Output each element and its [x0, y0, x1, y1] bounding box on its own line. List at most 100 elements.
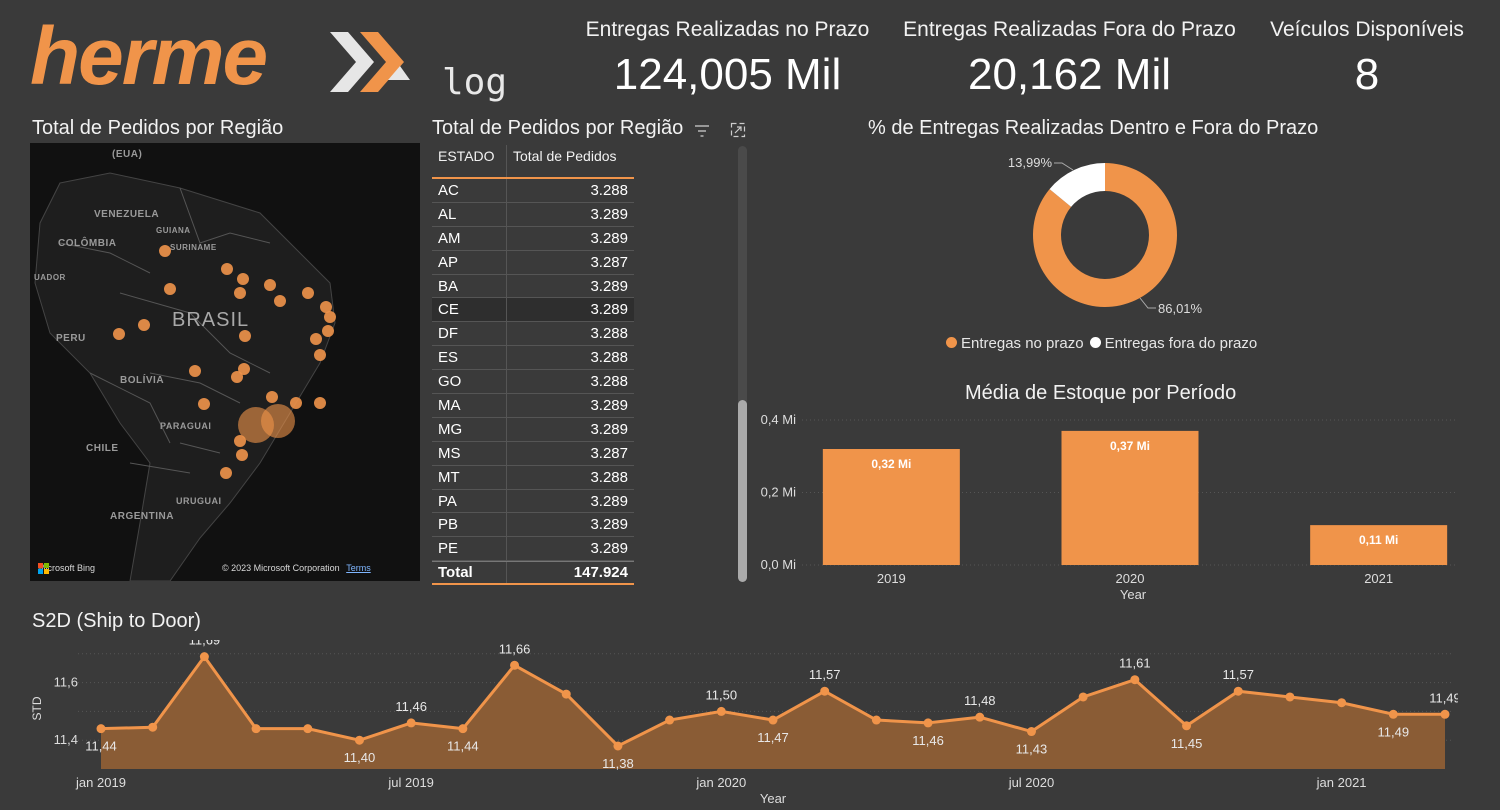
data-point[interactable] — [251, 724, 261, 734]
column-header-estado[interactable]: ESTADO — [432, 145, 507, 177]
legend-item-late[interactable]: Entregas fora do prazo — [1089, 335, 1258, 352]
data-point[interactable] — [923, 718, 933, 728]
x-tick-label: 2019 — [877, 571, 906, 586]
map-point[interactable] — [234, 435, 246, 447]
map-point[interactable] — [266, 391, 278, 403]
data-point[interactable] — [1285, 692, 1295, 702]
x-axis-label: Year — [1120, 587, 1147, 602]
map-point[interactable] — [239, 330, 251, 342]
table-scrollbar[interactable] — [738, 146, 747, 582]
table-row[interactable]: AM 3.289 — [432, 226, 634, 251]
column-header-total[interactable]: Total de Pedidos — [507, 145, 634, 177]
point-value-label: 11,48 — [964, 693, 996, 708]
map-point[interactable] — [159, 245, 171, 257]
data-point[interactable] — [665, 715, 675, 725]
map-point[interactable] — [324, 311, 336, 323]
data-point[interactable] — [1337, 698, 1347, 708]
cell-estado: PE — [432, 537, 507, 561]
region-map[interactable]: (EUA) VENEZUELA GUIANA SURINAME COLÔMBIA… — [30, 143, 420, 581]
map-point[interactable] — [234, 287, 246, 299]
map-point[interactable] — [238, 363, 250, 375]
total-label: Total — [432, 562, 507, 584]
data-point[interactable] — [1078, 692, 1088, 702]
y-tick-label: 11,4 — [54, 732, 78, 747]
table-row[interactable]: CE 3.289 — [432, 298, 634, 323]
data-point[interactable] — [303, 724, 313, 734]
table-row[interactable]: MG 3.289 — [432, 417, 634, 442]
table-row[interactable]: AP 3.287 — [432, 250, 634, 275]
data-point[interactable] — [716, 706, 726, 716]
data-point[interactable] — [975, 712, 985, 722]
data-point[interactable] — [96, 724, 106, 734]
data-point[interactable] — [354, 735, 364, 745]
table-total-row: Total 147.924 — [432, 561, 634, 586]
map-point[interactable] — [221, 263, 233, 275]
table-row[interactable]: PE 3.289 — [432, 537, 634, 562]
data-point[interactable] — [1440, 709, 1450, 719]
data-point[interactable] — [199, 652, 209, 662]
map-point[interactable] — [198, 398, 210, 410]
data-point[interactable] — [768, 715, 778, 725]
table-row[interactable]: AC 3.288 — [432, 179, 634, 203]
data-point[interactable] — [1388, 709, 1398, 719]
table-row[interactable]: DF 3.288 — [432, 322, 634, 347]
table-row[interactable]: BA 3.289 — [432, 274, 634, 299]
x-tick-label: 2020 — [1116, 571, 1145, 586]
legend-label: Entregas fora do prazo — [1104, 335, 1258, 352]
data-point[interactable] — [1130, 675, 1140, 685]
data-point[interactable] — [820, 686, 830, 696]
x-tick-label: jan 2020 — [695, 775, 746, 790]
terms-link[interactable]: Terms — [346, 563, 371, 573]
map-point[interactable] — [302, 287, 314, 299]
filter-icon[interactable] — [694, 124, 710, 138]
map-point[interactable] — [314, 397, 326, 409]
data-point[interactable] — [561, 689, 571, 699]
map-point[interactable] — [189, 365, 201, 377]
map-point[interactable] — [322, 325, 334, 337]
data-point[interactable] — [1182, 721, 1192, 731]
line-chart: 11,4 11,6 STD 11,44 11,69 11,40 11,46 11,44 11,6… — [30, 640, 1458, 806]
map-point[interactable] — [237, 273, 249, 285]
table-title: Total de Pedidos por Região — [432, 117, 684, 139]
map-point[interactable] — [314, 349, 326, 361]
map-point[interactable] — [310, 333, 322, 345]
data-point[interactable] — [406, 718, 416, 728]
focus-mode-icon[interactable] — [730, 122, 746, 138]
legend-dot-late — [1089, 337, 1101, 348]
map-point[interactable] — [290, 397, 302, 409]
data-point[interactable] — [458, 724, 468, 734]
map-point[interactable] — [113, 328, 125, 340]
cell-estado: MS — [432, 441, 507, 465]
map-point[interactable] — [164, 283, 176, 295]
table-row[interactable]: PA 3.289 — [432, 489, 634, 514]
point-value-label: 11,44 — [447, 739, 479, 754]
legend-item-on-time[interactable]: Entregas no prazo — [946, 335, 1084, 352]
map-point[interactable] — [236, 449, 248, 461]
map-point[interactable] — [220, 467, 232, 479]
data-point[interactable] — [148, 722, 158, 732]
map-point[interactable] — [274, 295, 286, 307]
point-value-label: 11,57 — [809, 667, 841, 682]
map-point[interactable] — [138, 319, 150, 331]
map-point[interactable] — [264, 279, 276, 291]
kpi-label: Entregas Realizadas Fora do Prazo — [903, 18, 1236, 41]
x-tick-label: jul 2020 — [1008, 775, 1055, 790]
data-point[interactable] — [1026, 727, 1036, 737]
map-point[interactable] — [261, 404, 295, 438]
table-row[interactable]: ES 3.288 — [432, 346, 634, 371]
data-point[interactable] — [1233, 686, 1243, 696]
table-row[interactable]: PB 3.289 — [432, 513, 634, 538]
table-row[interactable]: MS 3.287 — [432, 441, 634, 466]
point-value-label: 11,57 — [1222, 667, 1254, 682]
table-row[interactable]: MA 3.289 — [432, 394, 634, 418]
data-point[interactable] — [613, 741, 623, 751]
y-axis-label: STD — [30, 696, 44, 720]
data-point[interactable] — [510, 660, 520, 670]
data-point[interactable] — [871, 715, 881, 725]
table-row[interactable]: MT 3.288 — [432, 465, 634, 490]
legend-label: Entregas no prazo — [961, 335, 1084, 352]
scrollbar-thumb[interactable] — [738, 400, 747, 582]
table-row[interactable]: GO 3.288 — [432, 370, 634, 395]
table-row[interactable]: AL 3.289 — [432, 202, 634, 227]
leader-line — [1139, 297, 1156, 309]
